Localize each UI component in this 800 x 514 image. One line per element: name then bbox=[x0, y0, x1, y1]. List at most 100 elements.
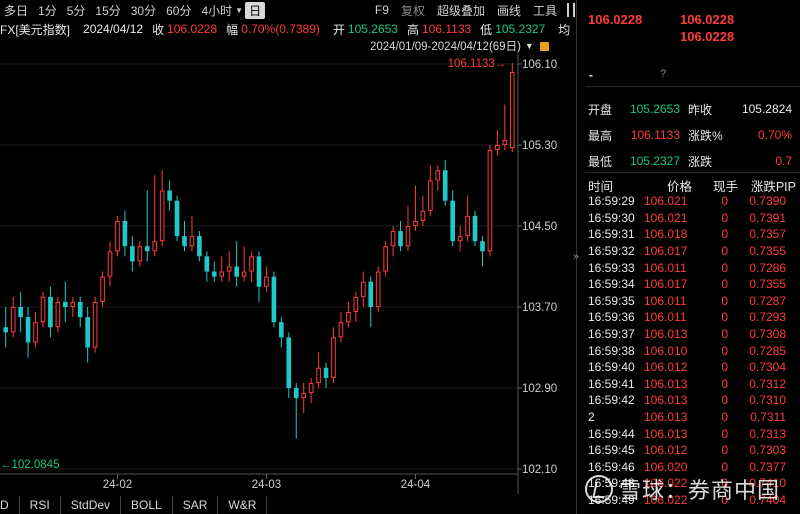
collapse-panel-icon[interactable]: » bbox=[571, 245, 581, 269]
tick-list[interactable]: 16:59:29 106.021 0 0.7390 16:59:30 106.021 0 0.… bbox=[588, 193, 800, 508]
tick-change: 0.7303 bbox=[749, 443, 786, 458]
help-icon[interactable]: ? bbox=[660, 68, 666, 80]
candle-body bbox=[40, 296, 46, 323]
candle bbox=[40, 291, 46, 328]
tick-row: 16:59:38 106.010 0 0.7285 bbox=[588, 342, 800, 359]
y-tick-label: 102.10 bbox=[522, 464, 557, 476]
tick-time: 16:59:35 bbox=[588, 293, 635, 308]
period-tab-3[interactable]: 15分 bbox=[91, 2, 126, 19]
stat-value: 106.1133 bbox=[630, 128, 680, 142]
tick-price: 106.018 bbox=[644, 227, 688, 242]
candle-body bbox=[465, 215, 470, 237]
period-tab-0[interactable]: 多日 bbox=[0, 2, 34, 19]
candle-body bbox=[256, 256, 262, 287]
tick-price: 106.013 bbox=[644, 327, 688, 342]
stats-row: 最高 106.1133 涨跌% 0.70% bbox=[588, 122, 800, 148]
tick-row: 16:59:32 106.017 0 0.7355 bbox=[588, 243, 800, 260]
dash-label: - bbox=[589, 68, 593, 82]
candle bbox=[10, 296, 16, 338]
tool-button-0[interactable]: F9 bbox=[369, 3, 395, 17]
indicator-tabs: D RSI StdDev BOLL SAR W&R bbox=[0, 496, 576, 514]
candle-body bbox=[271, 276, 277, 323]
period-tab-6[interactable]: 4小时 bbox=[197, 2, 238, 19]
candle-body bbox=[316, 367, 321, 383]
candle bbox=[241, 246, 247, 282]
candle bbox=[152, 175, 158, 257]
indicator-tab-2[interactable]: StdDev bbox=[61, 496, 122, 514]
candle bbox=[256, 251, 262, 302]
period-tab-7[interactable]: 日 bbox=[245, 1, 266, 19]
candle-body bbox=[279, 322, 284, 338]
candle-body bbox=[234, 266, 239, 277]
candle-body bbox=[182, 236, 187, 247]
candle-body bbox=[197, 236, 202, 257]
indicator-tab-5[interactable]: W&R bbox=[218, 496, 268, 514]
candle-body bbox=[174, 200, 180, 237]
period-tab-4[interactable]: 30分 bbox=[127, 2, 162, 19]
indicator-tab-3[interactable]: BOLL bbox=[121, 496, 173, 514]
tick-row: 16:59:36 106.011 0 0.7293 bbox=[588, 309, 800, 326]
indicator-tab-1[interactable]: RSI bbox=[20, 496, 61, 514]
tool-button-3[interactable]: 画线 bbox=[491, 2, 527, 19]
tick-price: 106.013 bbox=[644, 376, 688, 391]
tick-time: 16:59:34 bbox=[588, 277, 635, 292]
candle bbox=[398, 220, 403, 252]
candle bbox=[375, 266, 381, 313]
candle bbox=[323, 362, 329, 388]
tool-button-1[interactable]: 复权 bbox=[395, 2, 431, 19]
date-range-selector[interactable]: 2024/01/09-2024/04/12(69日) ▼ bbox=[370, 38, 549, 54]
candle-body bbox=[338, 322, 344, 338]
candle-body bbox=[63, 301, 68, 307]
candle bbox=[413, 185, 418, 232]
y-tick-label: 106.10 bbox=[522, 59, 557, 71]
candle-body bbox=[18, 307, 23, 318]
tick-volume: 0 bbox=[721, 443, 728, 458]
candle-body bbox=[204, 256, 210, 272]
candle-body bbox=[264, 276, 269, 287]
candle bbox=[360, 271, 366, 307]
candle bbox=[472, 210, 478, 247]
candle-body bbox=[85, 317, 90, 348]
tick-price: 106.020 bbox=[644, 459, 688, 474]
max-price-label: 106.1133→ bbox=[448, 58, 507, 70]
tick-row: 16:59:44 106.013 0 0.7313 bbox=[588, 425, 800, 442]
tick-time: 2 bbox=[588, 410, 595, 425]
candle bbox=[197, 231, 202, 262]
candle-body bbox=[457, 236, 463, 242]
chevron-down-icon[interactable]: ▼ bbox=[235, 6, 243, 15]
candle bbox=[63, 281, 68, 323]
candle bbox=[353, 291, 359, 323]
tool-button-4[interactable]: 工具 bbox=[527, 2, 563, 19]
lock-icon[interactable] bbox=[539, 41, 549, 51]
open-value: 105.2653 bbox=[347, 22, 398, 36]
candle bbox=[204, 251, 210, 282]
indicator-tab-0[interactable]: D bbox=[0, 496, 20, 514]
period-tab-2[interactable]: 5分 bbox=[63, 2, 92, 19]
change-value: 0.70%(0.7389) bbox=[241, 22, 320, 36]
tick-time: 16:59:44 bbox=[588, 426, 635, 441]
candle-body bbox=[360, 281, 366, 297]
candle-body bbox=[77, 301, 83, 318]
chevron-down-icon[interactable]: ▼ bbox=[525, 41, 534, 51]
min-price-label: ←102.0845 bbox=[0, 459, 59, 471]
open-label: 开 bbox=[332, 22, 345, 37]
watermark: 雪球：券商中国 bbox=[585, 473, 800, 505]
close-label: 收 bbox=[152, 22, 165, 37]
tool-button-2[interactable]: 超级叠加 bbox=[431, 2, 491, 19]
menu-icon[interactable] bbox=[567, 3, 575, 17]
indicator-tab-4[interactable]: SAR bbox=[173, 496, 219, 514]
tick-price: 106.021 bbox=[644, 210, 688, 225]
stat-value: 0.70% bbox=[757, 128, 792, 142]
candle-body bbox=[383, 246, 388, 272]
period-tab-1[interactable]: 1分 bbox=[34, 2, 63, 19]
low-label: 低 bbox=[480, 22, 493, 37]
candlestick-chart[interactable]: 106.10 105.30 104.50 103.70 102.90 102.10 24-0… bbox=[0, 54, 576, 494]
tick-volume: 0 bbox=[721, 327, 728, 342]
change-label: 幅 bbox=[226, 22, 239, 37]
candle bbox=[457, 226, 463, 252]
stats-row: 开盘 105.2653 昨收 105.2824 bbox=[588, 96, 800, 122]
candle-body bbox=[442, 170, 448, 201]
period-tab-5[interactable]: 60分 bbox=[162, 2, 197, 19]
candle bbox=[264, 266, 269, 292]
candle-body bbox=[390, 231, 396, 247]
